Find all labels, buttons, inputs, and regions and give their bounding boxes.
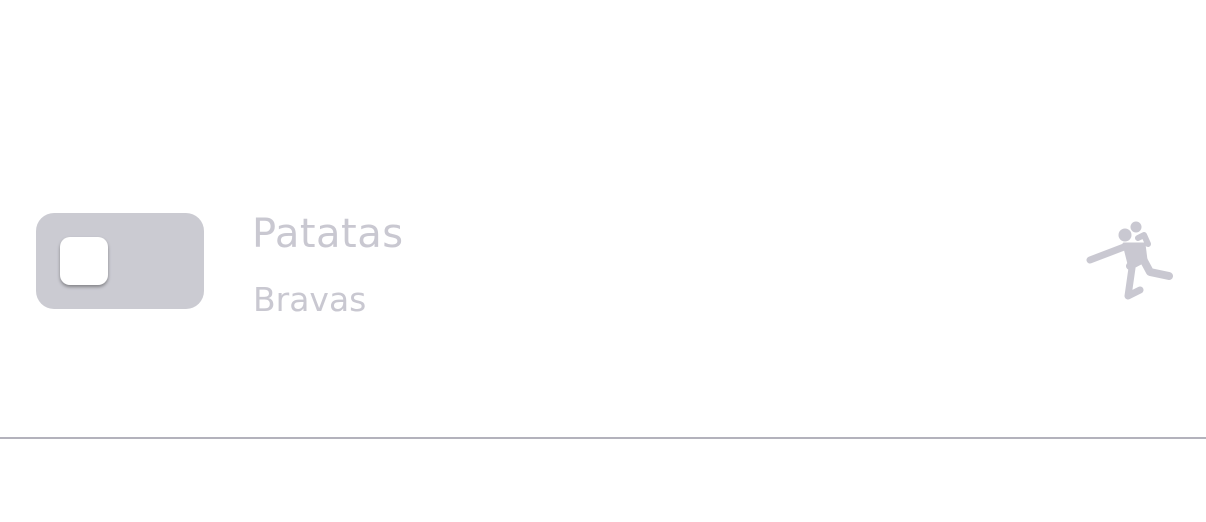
row-title: Patatas <box>252 211 404 257</box>
handball-player-icon <box>1086 221 1173 300</box>
toggle-switch[interactable] <box>36 213 204 309</box>
row-divider <box>0 437 1206 439</box>
toggle-knob[interactable] <box>60 237 108 285</box>
row-subtitle: Bravas <box>253 280 367 319</box>
list-row[interactable]: Patatas Bravas <box>0 0 1206 438</box>
